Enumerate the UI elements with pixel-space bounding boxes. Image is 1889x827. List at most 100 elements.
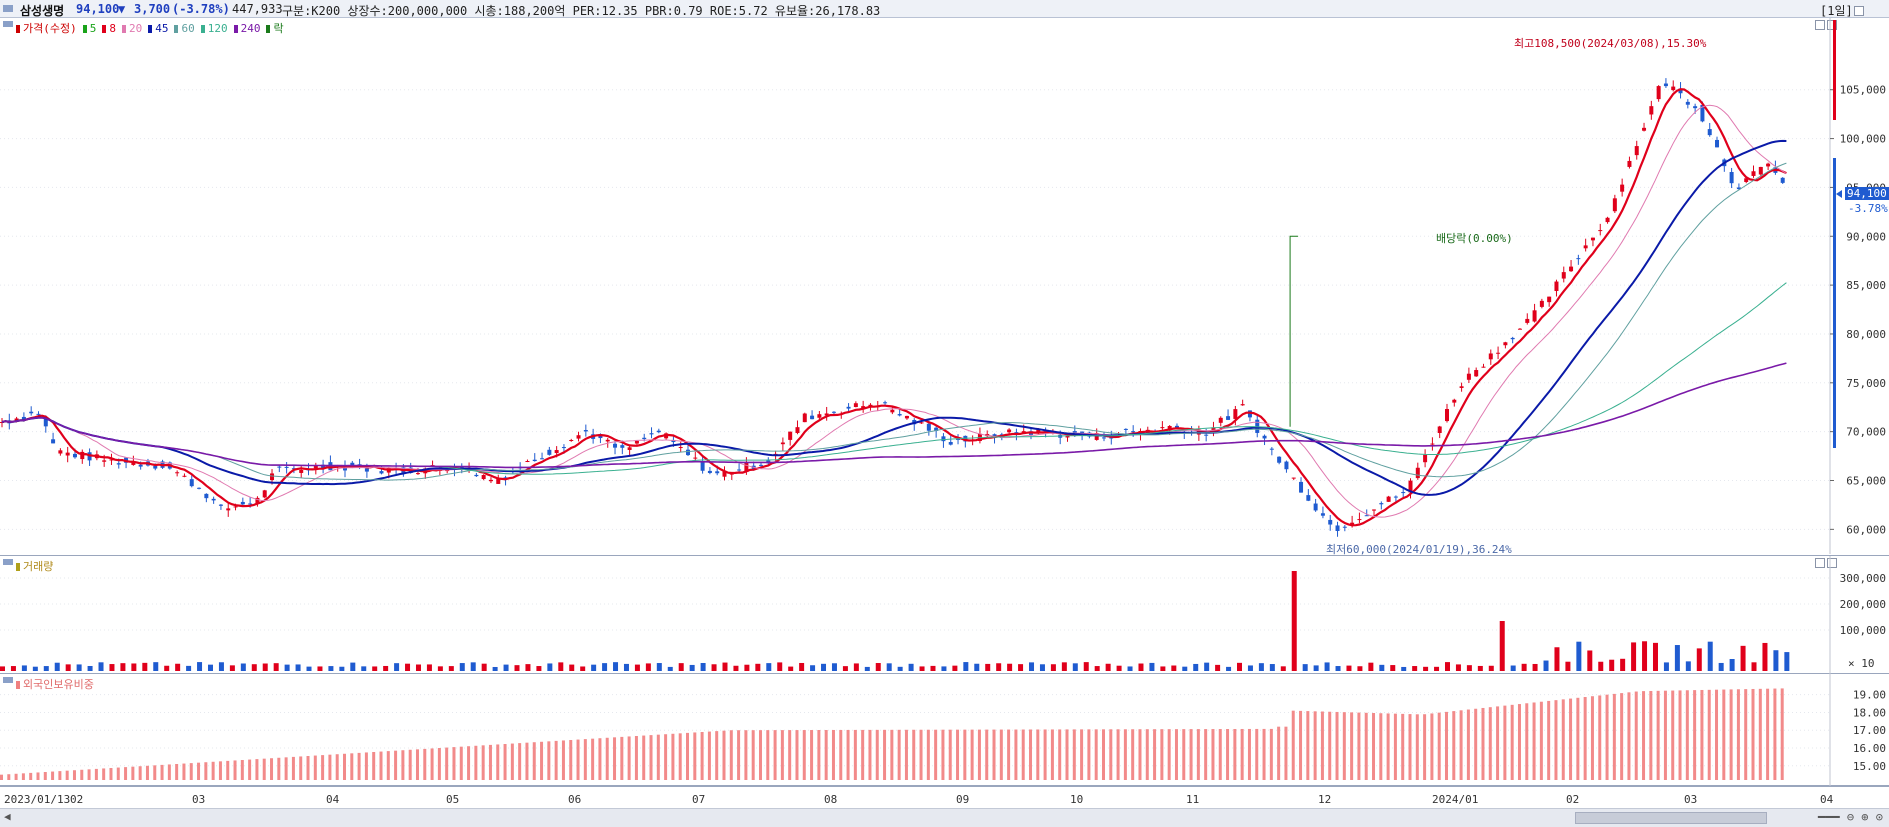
volume-bar <box>1324 662 1330 671</box>
candle-body <box>1372 509 1377 511</box>
volume-bar <box>788 666 794 671</box>
volume-bar <box>240 663 246 671</box>
volume-bar <box>306 666 312 671</box>
foreign-bar <box>240 760 244 780</box>
foreign-bar <box>1671 690 1675 780</box>
foreign-bar <box>1649 690 1653 780</box>
volume-bar <box>1072 663 1078 671</box>
volume-bar <box>339 666 345 671</box>
candle-body <box>175 472 180 474</box>
foreign-bar <box>1087 729 1091 780</box>
foreign-bar <box>94 768 98 780</box>
candle-body <box>284 466 289 468</box>
candle-body <box>883 402 888 404</box>
scroll-thumb[interactable] <box>1575 812 1767 824</box>
candle-body <box>1693 106 1698 109</box>
volume-chart[interactable]: 300,000 200,000 100,000 <box>0 556 1889 674</box>
foreign-bar <box>1182 729 1186 780</box>
candle-body <box>72 453 77 458</box>
volume-bar <box>1094 666 1100 671</box>
candle-body <box>1583 245 1588 249</box>
volume-bar <box>131 663 137 671</box>
volume-bar <box>1226 666 1232 671</box>
foreign-bar <box>1196 729 1200 780</box>
volume-bar <box>1313 665 1319 671</box>
x-tick-label: 03 <box>1684 793 1698 806</box>
foreign-bar <box>1751 688 1755 780</box>
candle-body <box>277 466 282 468</box>
foreign-bar <box>1452 711 1456 780</box>
foreign-bar <box>897 729 901 780</box>
foreign-bar <box>1101 729 1105 780</box>
candle-body <box>926 423 931 431</box>
volume-bar <box>186 665 192 671</box>
volume-bar <box>1543 660 1549 671</box>
foreign-bar <box>1408 714 1412 780</box>
foreign-bar <box>540 741 544 780</box>
foreign-bar <box>1780 688 1784 780</box>
foreign-bar <box>1131 729 1135 780</box>
foreign-chart[interactable]: 19.00 18.00 17.00 16.00 15.00 <box>0 674 1889 786</box>
volume-bar <box>1455 664 1461 671</box>
volume-bar <box>1674 645 1680 671</box>
foreign-bar <box>1153 729 1157 780</box>
foreign-bar <box>0 774 3 780</box>
foreign-bar <box>598 738 602 780</box>
foreign-bar <box>1043 729 1047 780</box>
foreign-bar <box>408 749 412 780</box>
foreign-bar <box>773 730 777 780</box>
volume-bar <box>842 666 848 671</box>
foreign-bar <box>780 730 784 780</box>
zoom-out-icon[interactable]: ⊖ <box>1847 810 1854 824</box>
volume-bar <box>1466 665 1472 671</box>
foreign-bar <box>613 737 617 780</box>
candle-body <box>1233 409 1238 419</box>
candle-body <box>919 422 924 424</box>
candle-body <box>1379 503 1384 505</box>
candle-body <box>1131 431 1136 433</box>
volume-bar <box>1740 645 1746 671</box>
volume-bar <box>1379 664 1385 671</box>
zoom-reset-icon[interactable]: ⊙ <box>1876 810 1883 824</box>
foreign-bar <box>218 761 222 780</box>
candle-body <box>1612 198 1617 212</box>
candle-body <box>1437 426 1442 433</box>
candle-body <box>707 470 712 473</box>
horizontal-scrollbar[interactable]: ◀ ━━━ ⊖ ⊕ ⊙ <box>0 808 1889 827</box>
foreign-bar <box>700 732 704 780</box>
foreign-bar <box>1693 690 1697 780</box>
volume-bar <box>1029 662 1035 671</box>
candle-body <box>1430 443 1435 445</box>
foreign-bar <box>189 763 193 780</box>
zoom-controls[interactable]: ━━━ ⊖ ⊕ ⊙ <box>1818 810 1883 824</box>
zoom-in-icon[interactable]: ⊕ <box>1861 810 1868 824</box>
candle-body <box>620 445 625 448</box>
volume-bar <box>350 662 356 671</box>
scroll-left-icon[interactable]: ◀ <box>4 810 11 823</box>
foreign-bar <box>941 729 945 780</box>
foreign-bar <box>1430 713 1434 780</box>
volume-bar <box>1521 663 1527 671</box>
volume-bar <box>1346 665 1352 671</box>
volume-bar <box>295 664 301 671</box>
volume-bar <box>799 662 805 671</box>
volume-bar <box>317 666 323 671</box>
foreign-bar <box>1342 712 1346 780</box>
candle-body <box>583 430 588 432</box>
candle-body <box>1452 399 1457 403</box>
volume-bar <box>733 665 739 671</box>
volume-bar <box>1412 666 1418 671</box>
price-chart[interactable]: 105,000100,00095,00090,00085,00080,00075… <box>0 0 1889 556</box>
volume-bar <box>164 665 170 671</box>
x-tick-label: 09 <box>956 793 970 806</box>
foreign-bar <box>912 729 916 780</box>
foreign-bar <box>686 732 690 780</box>
foreign-bar <box>744 730 748 780</box>
zoom-slider-icon[interactable]: ━━━ <box>1818 810 1840 824</box>
foreign-bar <box>795 730 799 780</box>
candle-body <box>941 436 946 442</box>
foreign-bar <box>226 760 230 780</box>
foreign-bar <box>262 758 266 780</box>
foreign-bar <box>197 762 201 780</box>
candle-body <box>1277 456 1282 463</box>
